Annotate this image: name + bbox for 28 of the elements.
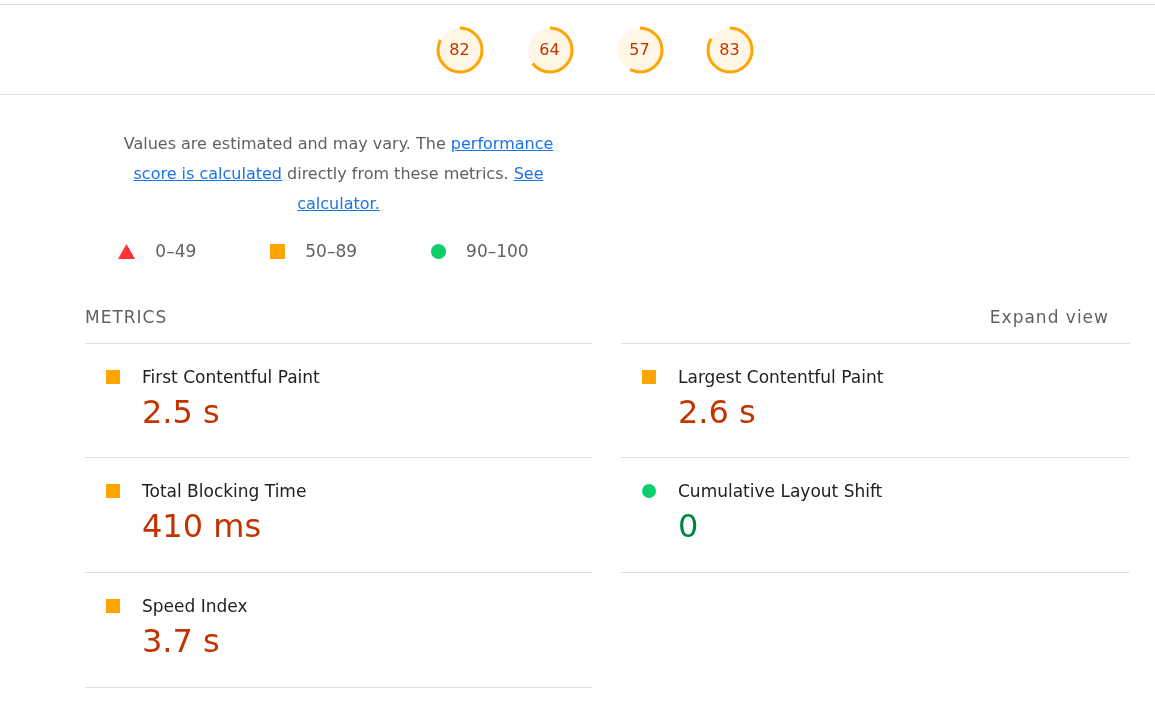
- metric-value: 410 ms: [142, 506, 263, 547]
- description-text: Values are estimated and may vary. The performance score is calculated directly from these metrics. See calculator.: [122, 133, 555, 215]
- text-link[interactable]: calculator.: [297, 194, 380, 213]
- metric-name: Largest Contentful Paint: [678, 366, 885, 388]
- score-value: 64: [539, 40, 560, 59]
- legend-label: 50–89: [305, 241, 358, 261]
- metric-name: Total Blocking Time: [142, 480, 308, 502]
- score-gauge[interactable]: [435, 25, 484, 74]
- metric-value: 2.5 s: [142, 392, 221, 433]
- metric-value: 2.6 s: [678, 392, 757, 433]
- score-gauge[interactable]: [525, 25, 574, 74]
- legend-label: 0–49: [155, 241, 197, 261]
- expand-view-link[interactable]: Expand view: [989, 307, 1109, 327]
- legend-label: 90–100: [466, 241, 529, 261]
- metric-value: 0: [678, 506, 700, 547]
- metric-name: First Contentful Paint: [142, 366, 321, 388]
- text-link[interactable]: performance: [450, 134, 554, 153]
- metric-value: 3.7 s: [142, 621, 221, 662]
- score-value: 57: [629, 40, 650, 59]
- text-link[interactable]: score is calculated: [133, 164, 282, 183]
- metric-name: Speed Index: [142, 595, 249, 617]
- metric-name: Cumulative Layout Shift: [678, 480, 884, 502]
- score-value: 82: [449, 40, 470, 59]
- score-gauge[interactable]: [705, 25, 754, 74]
- text-link[interactable]: See: [513, 164, 544, 183]
- metrics-heading: METRICS: [85, 307, 168, 327]
- score-gauge[interactable]: [615, 25, 664, 74]
- score-value: 83: [719, 40, 740, 59]
